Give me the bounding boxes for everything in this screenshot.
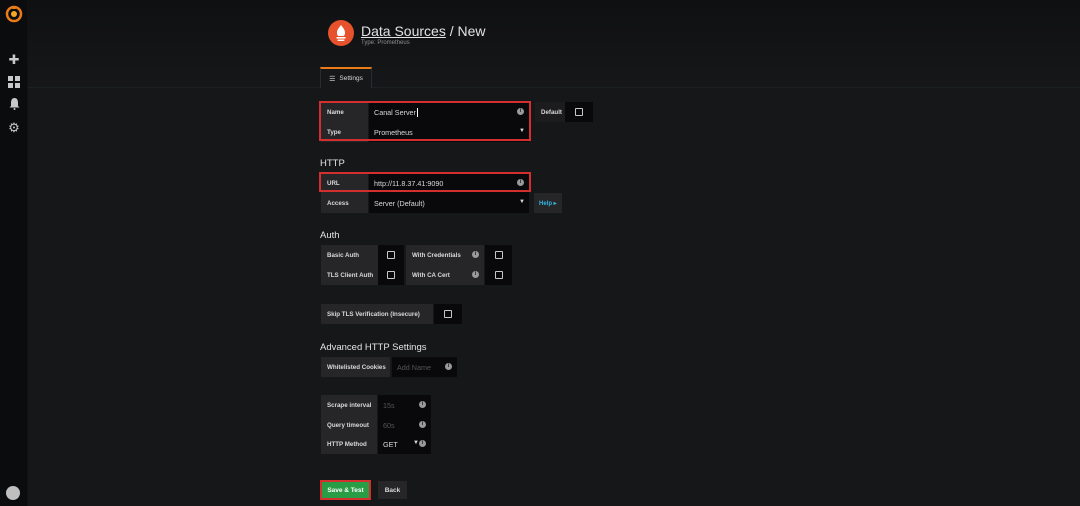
whitelisted-cookies-placeholder: Add Name (397, 362, 431, 372)
page-header (28, 0, 1080, 88)
checkbox-box (387, 271, 395, 279)
access-select-value: Server (Default) (374, 198, 425, 208)
default-checkbox[interactable] (565, 102, 593, 122)
http-method-select[interactable]: GET ▼ i (378, 434, 431, 454)
type-select-value: Prometheus (374, 127, 413, 137)
scrape-interval-placeholder: 15s (383, 400, 395, 410)
basic-auth-label: Basic Auth (321, 245, 378, 265)
checkbox-box (444, 310, 452, 318)
skip-tls-label: Skip TLS Verification (Insecure) (321, 304, 433, 324)
auth-section-title: Auth (320, 230, 340, 241)
breadcrumb-data-sources[interactable]: Data Sources (361, 23, 446, 39)
tab-settings[interactable]: ☰ Settings (320, 67, 372, 88)
info-icon[interactable]: i (472, 251, 479, 258)
url-input-value: http://11.8.37.41:9090 (374, 178, 444, 188)
tab-settings-label: Settings (339, 75, 363, 82)
dashboards-icon[interactable] (7, 76, 21, 90)
scrape-interval-label: Scrape interval (321, 395, 377, 415)
name-input[interactable]: Canal Server i (369, 102, 529, 122)
checkbox-box (494, 251, 503, 259)
with-credentials-text: With Credentials (412, 251, 461, 259)
with-ca-cert-checkbox[interactable] (485, 265, 512, 285)
type-label: Type (321, 122, 368, 142)
type-select[interactable]: Prometheus ▼ (369, 122, 529, 142)
with-ca-cert-label: With CA Cert i (406, 265, 484, 285)
checkbox-box (494, 271, 503, 279)
info-icon[interactable]: i (517, 179, 524, 186)
tls-client-auth-checkbox[interactable] (378, 265, 404, 285)
whitelisted-cookies-label: Whitelisted Cookies (321, 357, 390, 377)
page-title-suffix: / New (445, 23, 486, 39)
query-timeout-label: Query timeout (321, 415, 377, 435)
checkbox-box (387, 251, 395, 259)
access-label: Access (321, 193, 368, 213)
with-ca-cert-text: With CA Cert (412, 271, 450, 279)
save-and-test-button[interactable]: Save & Test (320, 480, 371, 500)
info-icon[interactable]: i (419, 440, 426, 447)
sliders-icon: ☰ (329, 75, 336, 83)
name-label: Name (321, 102, 368, 122)
info-icon[interactable]: i (445, 363, 452, 370)
back-button[interactable]: Back (378, 481, 407, 499)
text-cursor (416, 107, 418, 117)
tls-client-auth-label: TLS Client Auth (321, 265, 378, 285)
bell-icon[interactable] (7, 98, 21, 112)
whitelisted-cookies-input[interactable]: Add Name i (392, 357, 457, 377)
info-icon[interactable]: i (419, 401, 426, 408)
access-select[interactable]: Server (Default) ▼ (369, 193, 529, 213)
grafana-logo[interactable] (5, 5, 23, 23)
chevron-down-icon: ▼ (519, 199, 525, 205)
checkbox-box (575, 108, 583, 116)
info-icon[interactable]: i (419, 421, 426, 428)
info-icon[interactable]: i (517, 108, 524, 115)
http-section-title: HTTP (320, 158, 345, 169)
http-method-value: GET (383, 439, 398, 449)
name-input-value: Canal Server (374, 107, 416, 117)
chevron-down-icon: ▼ (519, 128, 525, 134)
basic-auth-checkbox[interactable] (378, 245, 404, 265)
http-method-label: HTTP Method (321, 434, 377, 454)
gear-icon[interactable]: ⚙ (7, 121, 21, 135)
advanced-section-title: Advanced HTTP Settings (320, 342, 427, 353)
prometheus-logo-icon (328, 20, 354, 46)
avatar[interactable] (6, 486, 20, 500)
url-input[interactable]: http://11.8.37.41:9090 i (369, 173, 529, 193)
help-button[interactable]: Help ▸ (534, 193, 562, 213)
url-label: URL (321, 173, 368, 193)
sidebar: ✚ ⚙ (0, 0, 28, 506)
info-icon[interactable]: i (472, 271, 479, 278)
with-credentials-label: With Credentials i (406, 245, 484, 265)
query-timeout-placeholder: 60s (383, 420, 395, 430)
query-timeout-input[interactable]: 60s i (378, 415, 431, 435)
page-subtitle: Type: Prometheus (361, 40, 410, 46)
plus-icon[interactable]: ✚ (7, 53, 21, 67)
default-label: Default (535, 102, 565, 122)
scrape-interval-input[interactable]: 15s i (378, 395, 431, 415)
with-credentials-checkbox[interactable] (485, 245, 512, 265)
page-title: Data Sources / New (361, 23, 486, 39)
skip-tls-checkbox[interactable] (434, 304, 462, 324)
